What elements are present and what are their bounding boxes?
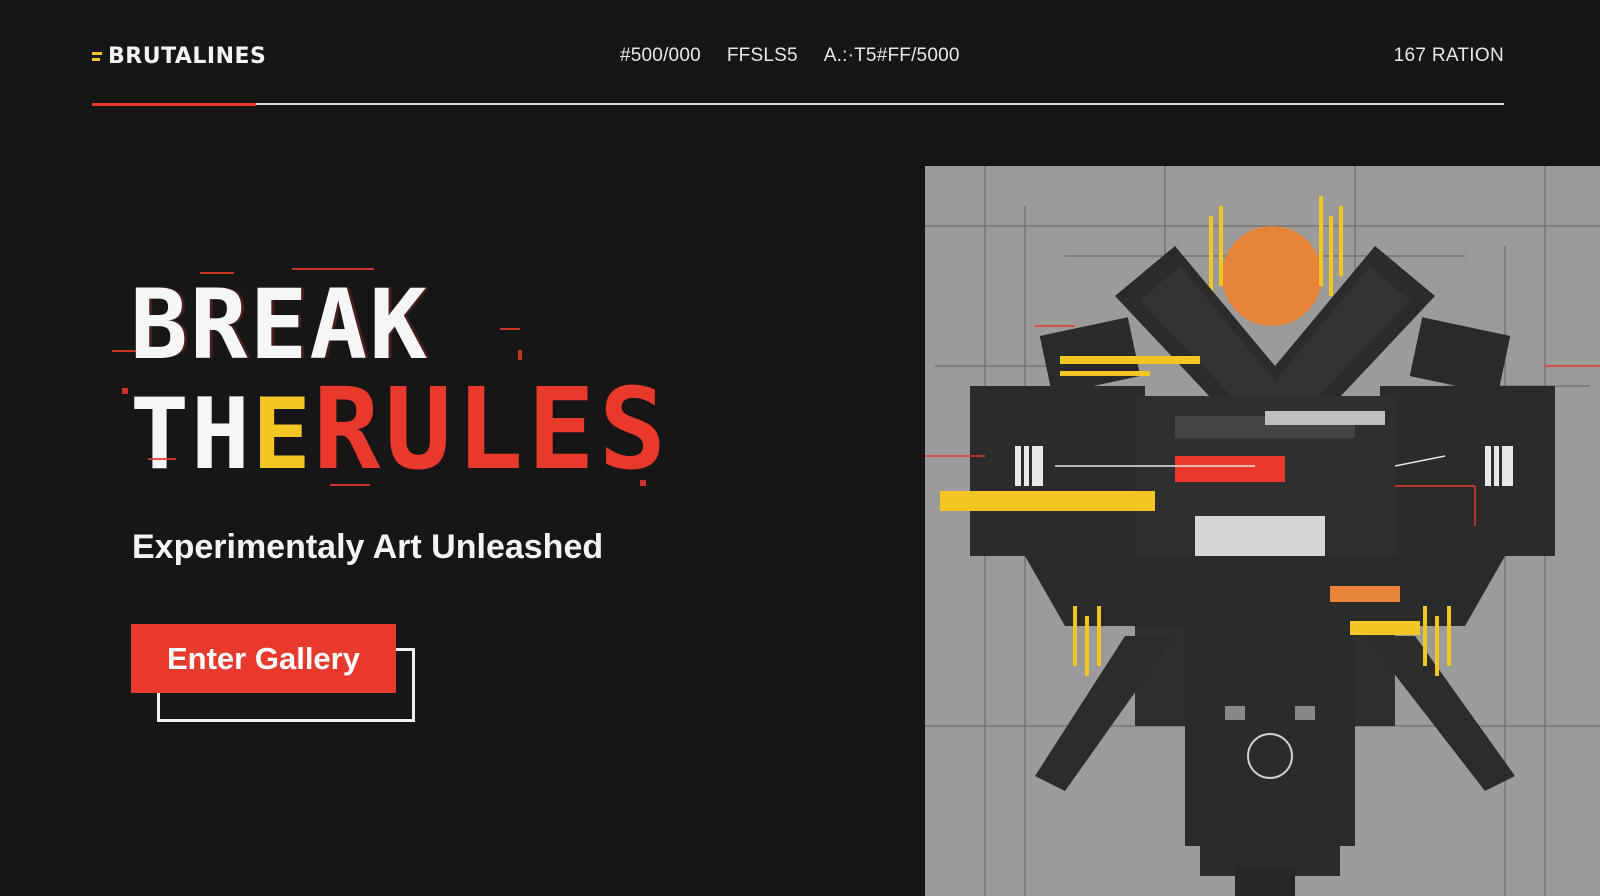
headline-rules: RULES: [313, 365, 671, 496]
enter-gallery-button[interactable]: Enter Gallery: [131, 624, 396, 693]
header-divider: [92, 103, 1504, 106]
header-right-link[interactable]: 167 RATION: [1394, 45, 1504, 67]
main-nav: #500/000 FFSLS5 A.:·T5#FF/5000: [620, 45, 960, 67]
logo-bars-icon: [92, 51, 102, 61]
site-header: BRUTALINES #500/000 FFSLS5 A.:·T5#FF/500…: [92, 38, 1504, 74]
header-divider-accent: [92, 103, 256, 106]
brand-logo[interactable]: BRUTALINES: [92, 44, 266, 69]
nav-item-3[interactable]: A.:·T5#FF/5000: [824, 45, 960, 67]
brand-name: BRUTALINES: [108, 43, 267, 69]
featured-artwork[interactable]: [925, 166, 1600, 896]
cta-group: Enter Gallery: [131, 624, 415, 724]
nav-item-2[interactable]: FFSLS5: [727, 45, 798, 67]
headline-line-1: BREAK: [130, 269, 429, 381]
nav-item-1[interactable]: #500/000: [620, 45, 701, 67]
artwork-image: [925, 166, 1600, 896]
hero-subtitle: Experimentaly Art Unleashed: [132, 528, 604, 566]
headline-th: TH: [130, 378, 253, 493]
headline-e: E: [252, 378, 314, 493]
hero-headline: BREAK THERULES: [130, 269, 810, 486]
headline-line-2: THERULES: [130, 374, 810, 486]
